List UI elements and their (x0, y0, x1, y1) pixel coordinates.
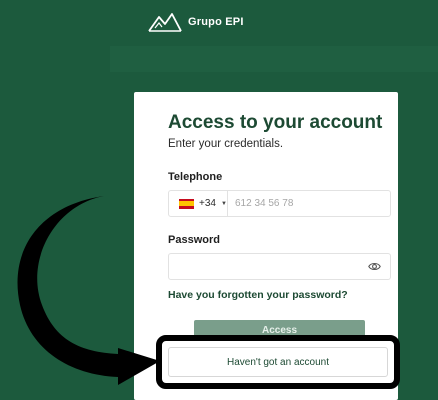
mountain-logo-icon (148, 13, 182, 32)
header-shadow-band (110, 46, 438, 72)
country-code-select[interactable]: +34 ▼ (169, 191, 228, 216)
telephone-input[interactable] (235, 191, 385, 216)
password-input[interactable] (177, 254, 357, 279)
telephone-field: +34 ▼ (168, 190, 391, 217)
brand-name: Grupo EPI (188, 16, 244, 28)
no-account-button[interactable]: Haven't got an account (168, 347, 388, 377)
page-title: Access to your account (168, 112, 383, 133)
eye-icon[interactable] (368, 261, 381, 272)
country-code-value: +34 (199, 198, 216, 209)
password-label: Password (168, 234, 220, 246)
telephone-label: Telephone (168, 171, 223, 183)
forgot-password-link[interactable]: Have you forgotten your password? (168, 289, 348, 301)
brand-logo[interactable]: Grupo EPI (148, 10, 244, 34)
caret-down-icon: ▼ (220, 200, 227, 207)
no-account-highlight: Haven't got an account (156, 335, 400, 389)
spain-flag-icon (179, 198, 194, 209)
password-field (168, 253, 391, 280)
page-subtitle: Enter your credentials. (168, 138, 284, 150)
